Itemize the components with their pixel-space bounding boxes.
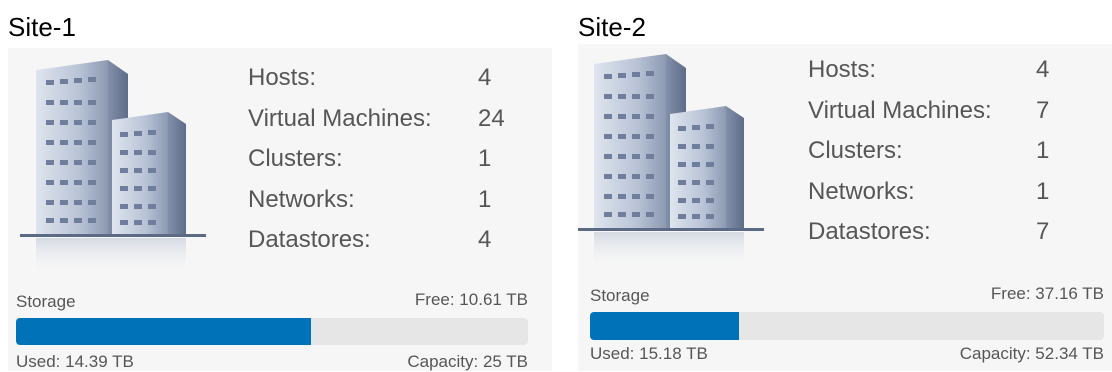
- stat-value[interactable]: 1: [1036, 176, 1049, 208]
- storage-capacity: Capacity: 52.34 TB: [959, 344, 1104, 363]
- stat-datastores: Datastores: 7: [808, 216, 1049, 257]
- stat-value[interactable]: 1: [478, 143, 491, 175]
- storage-free: Free: 37.16 TB: [990, 284, 1104, 303]
- building-icon: [578, 54, 764, 272]
- site-summary-panel: Hosts: 4 Virtual Machines: 24 Clusters: …: [8, 48, 552, 371]
- building-icon: [20, 60, 206, 278]
- site-card-1: Site-1 Hosts: 4 Virtual Machines: 24 Clu…: [0, 0, 560, 371]
- stat-value[interactable]: 4: [478, 62, 491, 94]
- stat-virtual-machines: Virtual Machines: 7: [808, 95, 1049, 136]
- stat-value[interactable]: 4: [478, 224, 491, 256]
- stat-label: Networks:: [808, 177, 915, 205]
- stat-clusters: Clusters: 1: [248, 143, 491, 184]
- stat-label: Hosts:: [248, 64, 317, 91]
- stat-clusters: Clusters: 1: [808, 135, 1049, 176]
- site-summary-panel: Hosts: 4 Virtual Machines: 7 Clusters: 1…: [578, 44, 1112, 371]
- stat-label: Clusters:: [248, 145, 343, 172]
- stat-networks: Networks: 1: [808, 176, 1049, 217]
- stat-label: Hosts:: [808, 56, 877, 83]
- stat-label: Clusters:: [808, 137, 903, 164]
- site-title: Site-1: [8, 12, 76, 42]
- site-card-2: Site-2 Hosts: 4 Virtual Machines: 7 Clus…: [574, 0, 1112, 371]
- stat-virtual-machines: Virtual Machines: 24: [248, 103, 505, 144]
- storage-usage-bar: [16, 318, 528, 345]
- stat-value[interactable]: 1: [478, 184, 491, 216]
- storage-usage-fill: [590, 312, 740, 340]
- stat-label: Datastores:: [248, 226, 371, 253]
- storage-free: Free: 10.61 TB: [414, 290, 528, 309]
- stat-hosts: Hosts: 4: [248, 62, 491, 103]
- stat-value[interactable]: 7: [1036, 95, 1049, 127]
- site-stats: Hosts: 4 Virtual Machines: 24 Clusters: …: [248, 62, 505, 265]
- stat-networks: Networks: 1: [248, 184, 491, 225]
- stat-label: Virtual Machines:: [808, 96, 992, 124]
- stat-label: Networks:: [248, 185, 355, 213]
- site-title: Site-2: [578, 12, 646, 42]
- storage-used: Used: 14.39 TB: [16, 352, 134, 371]
- stat-value[interactable]: 24: [478, 103, 505, 135]
- stat-label: Virtual Machines:: [248, 104, 432, 132]
- storage-usage-fill: [16, 318, 311, 345]
- stat-datastores: Datastores: 4: [248, 224, 491, 265]
- stat-label: Datastores:: [808, 218, 931, 245]
- storage-label: Storage: [590, 286, 650, 305]
- site-stats: Hosts: 4 Virtual Machines: 7 Clusters: 1…: [808, 54, 1049, 257]
- stat-value[interactable]: 7: [1036, 216, 1049, 248]
- storage-capacity: Capacity: 25 TB: [407, 352, 528, 371]
- storage-used: Used: 15.18 TB: [590, 344, 708, 363]
- stat-value[interactable]: 1: [1036, 135, 1049, 167]
- stat-value[interactable]: 4: [1036, 54, 1049, 86]
- storage-label: Storage: [16, 292, 76, 311]
- stat-hosts: Hosts: 4: [808, 54, 1049, 95]
- storage-usage-bar: [590, 312, 1104, 340]
